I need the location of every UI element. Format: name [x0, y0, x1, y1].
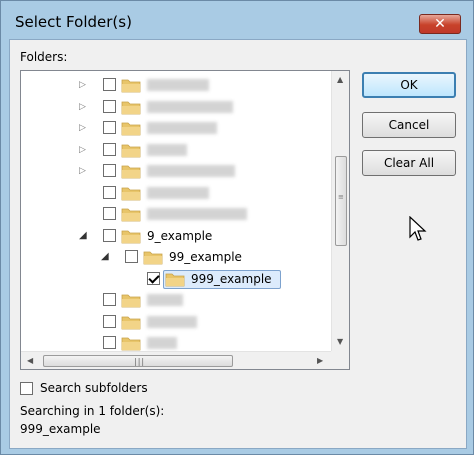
collapse-icon[interactable]: ◢	[79, 230, 89, 242]
expand-icon[interactable]: ▷	[79, 144, 89, 156]
folder-icon	[121, 294, 141, 308]
close-button[interactable]: ✕	[419, 14, 461, 34]
tree-item-checkbox[interactable]	[103, 207, 116, 220]
tree-item-checkbox[interactable]	[147, 271, 160, 285]
tree-item[interactable]: ▷	[21, 161, 331, 183]
folder-icon	[121, 208, 141, 222]
tree-item[interactable]: ▷	[21, 140, 331, 162]
folder-icon	[143, 251, 163, 265]
scroll-down-icon[interactable]: ▼	[337, 337, 343, 346]
folders-label: Folders:	[20, 50, 68, 64]
horizontal-scrollbar[interactable]: ◀ ||| ▶	[21, 351, 331, 369]
search-scope-folder: 999_example	[20, 422, 101, 436]
select-folders-dialog: Select Folder(s) ✕ Folders: ▷ ▷ ▷ ▷ ▷ ◢ 9_exam…	[0, 0, 474, 455]
tree-item-checkbox[interactable]	[103, 336, 116, 349]
expand-icon[interactable]: ▷	[79, 79, 89, 91]
tree-item[interactable]	[21, 204, 331, 226]
clear-all-button-label: Clear All	[383, 156, 435, 170]
expand-icon[interactable]: ▷	[79, 165, 89, 177]
clear-all-button[interactable]: Clear All	[362, 150, 456, 176]
tree-item-checkbox[interactable]	[103, 293, 116, 306]
mouse-pointer-icon	[409, 216, 427, 241]
collapse-icon[interactable]: ◢	[101, 251, 111, 263]
vertical-scroll-thumb[interactable]: ≡	[335, 156, 347, 246]
tree-item[interactable]: ▷	[21, 97, 331, 119]
redacted-label	[147, 165, 235, 177]
tree-item-checkbox[interactable]	[103, 121, 116, 134]
tree-item[interactable]: 999_example	[21, 269, 331, 291]
redacted-label	[147, 100, 233, 113]
folder-icon	[165, 273, 185, 286]
folder-icon	[121, 144, 141, 157]
tree-item-checkbox[interactable]	[103, 164, 116, 177]
folder-icon	[121, 79, 141, 93]
tree-item-label: 9_example	[147, 228, 213, 243]
scroll-right-icon[interactable]: ▶	[317, 356, 323, 365]
tree-item[interactable]: ▷	[21, 118, 331, 140]
tree-item-checkbox[interactable]	[103, 99, 116, 113]
search-subfolders-checkbox[interactable]	[20, 382, 33, 395]
tree-item-checkbox[interactable]	[103, 314, 116, 328]
expand-icon[interactable]: ▷	[79, 101, 89, 113]
folder-icon	[121, 122, 141, 136]
folder-icon	[121, 187, 141, 200]
tree-item[interactable]	[21, 312, 331, 334]
folder-tree[interactable]: ▷ ▷ ▷ ▷ ▷ ◢ 9_example ◢ 99_example 999_example ▲ …	[20, 70, 350, 370]
redacted-label	[147, 186, 209, 199]
redacted-label	[147, 143, 187, 156]
grip-icon: |||	[134, 357, 146, 366]
tree-item-checkbox[interactable]	[103, 185, 116, 199]
redacted-label	[147, 315, 197, 328]
redacted-label	[147, 208, 247, 220]
tree-item-checkbox[interactable]	[125, 250, 138, 263]
scrollbar-corner	[331, 351, 349, 369]
redacted-label	[147, 79, 209, 91]
folder-tree-items: ▷ ▷ ▷ ▷ ▷ ◢ 9_example ◢ 99_example 999_example	[21, 71, 331, 351]
tree-item[interactable]: ◢ 99_example	[21, 247, 331, 269]
redacted-label	[147, 122, 217, 134]
folder-icon	[121, 230, 141, 243]
tree-item[interactable]	[21, 290, 331, 312]
tree-item[interactable]	[21, 183, 331, 205]
dialog-body: Folders: ▷ ▷ ▷ ▷ ▷ ◢ 9_example ◢ 99_example 999_e…	[9, 39, 467, 449]
tree-item-checkbox[interactable]	[103, 78, 116, 91]
close-icon: ✕	[434, 16, 446, 32]
ok-button[interactable]: OK	[362, 72, 456, 98]
folder-icon	[121, 101, 141, 114]
search-scope-text: Searching in 1 folder(s):	[20, 404, 165, 418]
redacted-label	[147, 294, 183, 306]
search-subfolders-label: Search subfolders	[40, 381, 148, 395]
tree-item[interactable]: ◢ 9_example	[21, 226, 331, 248]
cancel-button[interactable]: Cancel	[362, 112, 456, 138]
tree-item-label: 99_example	[169, 250, 242, 264]
grip-icon: ≡	[338, 193, 344, 201]
tree-item-label: 999_example	[191, 271, 272, 286]
tree-item-checkbox[interactable]	[103, 228, 116, 242]
folder-icon	[121, 316, 141, 329]
tree-item-checkbox[interactable]	[103, 142, 116, 156]
scroll-left-icon[interactable]: ◀	[27, 356, 33, 365]
folder-icon	[121, 337, 141, 351]
folder-icon	[121, 165, 141, 179]
vertical-scrollbar[interactable]: ▲ ≡ ▼	[331, 71, 349, 351]
window-title: Select Folder(s)	[15, 13, 132, 31]
horizontal-scroll-thumb[interactable]: |||	[43, 355, 233, 367]
scroll-up-icon[interactable]: ▲	[337, 75, 343, 84]
cancel-button-label: Cancel	[388, 118, 430, 132]
ok-button-label: OK	[400, 78, 418, 92]
tree-item[interactable]	[21, 333, 331, 351]
title-bar: Select Folder(s) ✕	[1, 1, 473, 39]
tree-item[interactable]: ▷	[21, 75, 331, 97]
redacted-label	[147, 337, 177, 349]
expand-icon[interactable]: ▷	[79, 122, 89, 134]
